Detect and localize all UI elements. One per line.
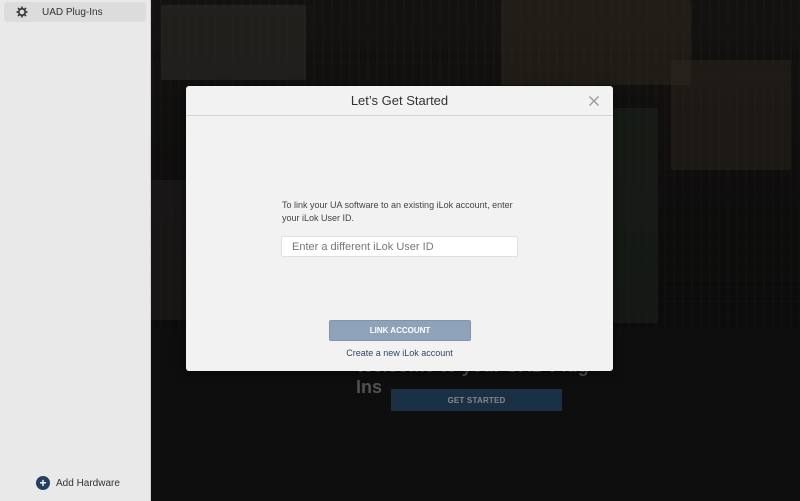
gear-icon [16,6,28,18]
add-hardware-button[interactable]: + Add Hardware [36,476,120,490]
create-ilok-account-link[interactable]: Create a new iLok account [186,348,613,358]
sidebar: UAD Plug-Ins + Add Hardware [0,0,151,501]
add-hardware-label: Add Hardware [56,477,120,489]
plus-icon: + [36,476,50,490]
get-started-dialog: Let’s Get Started To link your UA softwa… [186,86,613,371]
close-icon[interactable] [587,94,601,108]
link-account-button[interactable]: LINK ACCOUNT [329,320,471,341]
ilok-user-id-input[interactable] [281,236,518,257]
sidebar-item-uad-plugins[interactable]: UAD Plug-Ins [4,2,146,22]
sidebar-item-label: UAD Plug-Ins [42,6,103,18]
dialog-header: Let’s Get Started [186,86,613,116]
ilok-instructions: To link your UA software to an existing … [282,200,513,223]
dialog-title: Let’s Get Started [350,93,449,108]
